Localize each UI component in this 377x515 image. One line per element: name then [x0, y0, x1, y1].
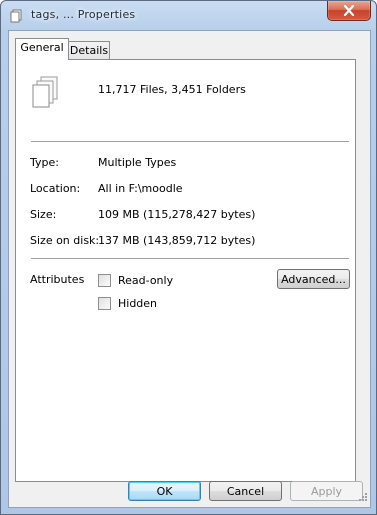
ok-button[interactable]: OK	[128, 481, 201, 501]
readonly-label[interactable]: Read-only	[118, 274, 173, 287]
multiple-files-icon	[31, 75, 61, 114]
size-on-disk-label: Size on disk:	[30, 234, 100, 247]
tab-details[interactable]: Details	[68, 41, 110, 60]
size-label: Size:	[30, 208, 57, 221]
tab-details-label: Details	[69, 44, 109, 57]
resize-grip-icon[interactable]	[358, 492, 368, 505]
window-title: tags, ... Properties	[31, 8, 136, 21]
attributes-label: Attributes	[30, 273, 85, 286]
close-button[interactable]	[327, 1, 371, 21]
separator	[31, 258, 349, 260]
type-label: Type:	[30, 156, 59, 169]
advanced-button[interactable]: Advanced...	[277, 269, 350, 289]
files-icon	[9, 9, 23, 23]
type-value: Multiple Types	[98, 156, 177, 169]
separator	[31, 141, 349, 143]
readonly-checkbox[interactable]	[98, 274, 111, 287]
title-bar[interactable]: tags, ... Properties	[1, 1, 376, 31]
location-label: Location:	[30, 182, 81, 195]
file-count-summary: 11,717 Files, 3,451 Folders	[98, 83, 246, 96]
general-tab-panel: 11,717 Files, 3,451 Folders Type: Multip…	[15, 59, 356, 482]
size-on-disk-value: 137 MB (143,859,712 bytes)	[98, 234, 256, 247]
size-value: 109 MB (115,278,427 bytes)	[98, 208, 256, 221]
dialog-body: General Details 11,717 Files, 3,451 Fold…	[8, 30, 371, 508]
tab-general[interactable]: General	[15, 38, 69, 60]
close-icon	[343, 5, 355, 16]
tab-general-label: General	[20, 41, 64, 54]
apply-button[interactable]: Apply	[290, 481, 363, 501]
location-value: All in F:\moodle	[98, 182, 183, 195]
properties-window: tags, ... Properties General Details 11,…	[0, 0, 377, 515]
hidden-checkbox[interactable]	[98, 297, 111, 310]
cancel-button[interactable]: Cancel	[209, 481, 282, 501]
hidden-label[interactable]: Hidden	[118, 297, 157, 310]
